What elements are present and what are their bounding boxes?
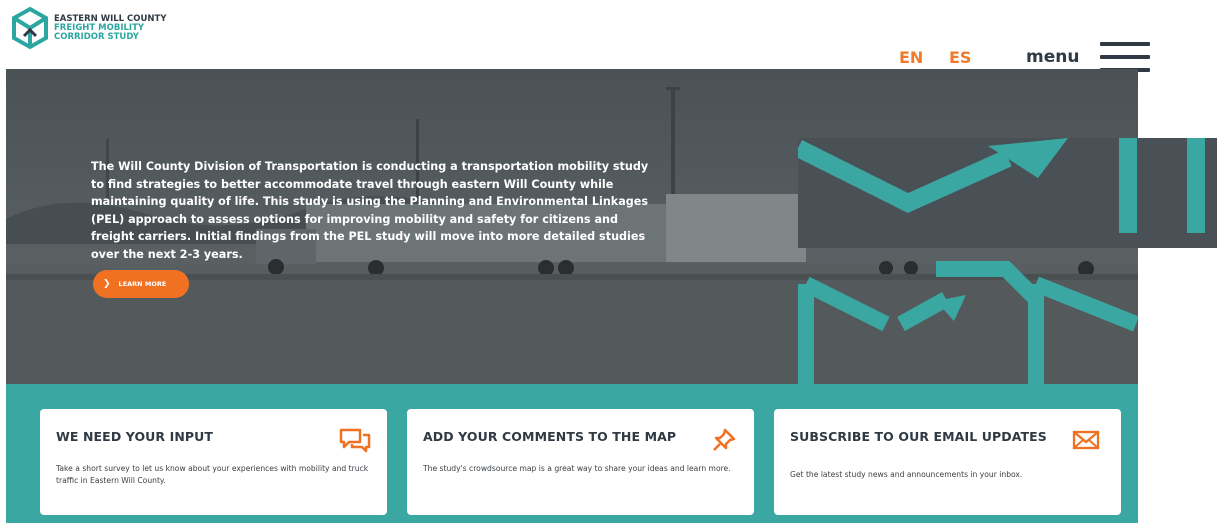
chat-bubbles-icon [339, 428, 371, 453]
learn-more-label: LEARN MORE [118, 280, 167, 288]
arrow-graphic-icon [798, 138, 1217, 248]
pushpin-icon [713, 428, 736, 451]
decorative-arrow-panel [798, 138, 1217, 248]
logo-cube-icon [12, 6, 48, 50]
map-card-title: ADD YOUR COMMENTS TO THE MAP [423, 429, 677, 444]
menu-label[interactable]: menu [1026, 47, 1079, 67]
hero-description: The Will County Division of Transportati… [91, 160, 649, 261]
learn-more-button[interactable]: ❯ LEARN MORE [93, 270, 189, 298]
email-card-title: SUBSCRIBE TO OUR EMAIL UPDATES [790, 429, 1047, 444]
language-en-link[interactable]: EN [899, 48, 923, 67]
logo-line-3: CORRIDOR STUDY [54, 31, 139, 42]
envelope-icon [1072, 430, 1100, 450]
survey-card-title: WE NEED YOUR INPUT [56, 429, 214, 444]
map-card-text: The study's crowdsource map is a great w… [423, 464, 731, 473]
chevron-right-icon: ❯ [103, 279, 111, 289]
survey-card[interactable]: WE NEED YOUR INPUT Take a short survey t… [40, 409, 387, 515]
language-es-link[interactable]: ES [949, 48, 971, 67]
site-logo[interactable]: EASTERN WILL COUNTY FREIGHT MOBILITY COR… [10, 6, 167, 50]
survey-card-text: Take a short survey to let us know about… [56, 464, 369, 485]
logo-wordmark: EASTERN WILL COUNTY FREIGHT MOBILITY COR… [54, 14, 167, 42]
map-card[interactable]: ADD YOUR COMMENTS TO THE MAP The study's… [407, 409, 754, 515]
email-card-text: Get the latest study news and announceme… [790, 470, 1023, 479]
email-card[interactable]: SUBSCRIBE TO OUR EMAIL UPDATES Get the l… [774, 409, 1121, 515]
